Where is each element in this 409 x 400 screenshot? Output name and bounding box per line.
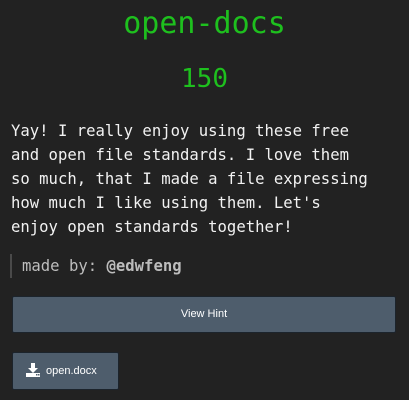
challenge-points: 150 [181,64,228,94]
challenge-description: Yay! I really enjoy using these free and… [11,122,368,236]
view-hint-button[interactable]: View Hint [12,296,396,333]
challenge-title: open-docs [123,6,286,41]
author-credit: made by: @edwfeng [10,254,182,278]
author-handle: @edwfeng [106,257,182,275]
author-prefix: made by: [22,257,107,275]
file-name-label: open.docx [46,365,97,377]
download-icon [26,362,40,377]
download-file-button[interactable]: open.docx [12,352,119,390]
